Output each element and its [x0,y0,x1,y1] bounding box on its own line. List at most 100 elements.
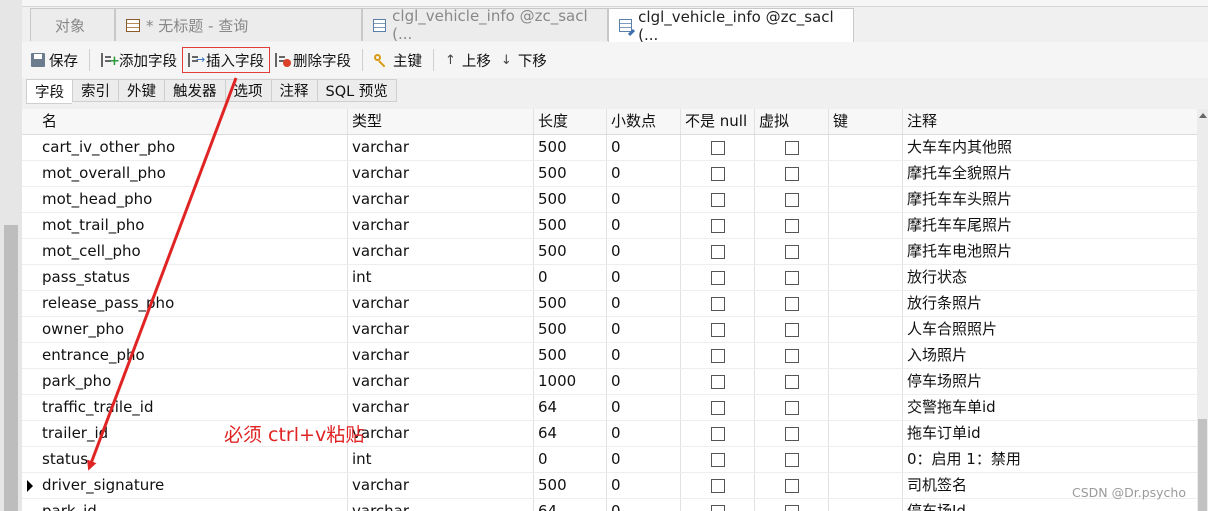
tab-table-design[interactable]: clgl_vehicle_info @zc_sacl (... [608,8,854,44]
field-type-cell[interactable]: varchar [348,239,534,264]
add-field-button[interactable]: 添加字段 [96,47,182,73]
field-length-cell[interactable]: 500 [534,473,607,498]
not-null-checkbox[interactable] [710,244,725,259]
field-decimals-cell[interactable]: 0 [607,291,681,316]
not-null-checkbox[interactable] [710,140,725,155]
field-length-cell[interactable]: 64 [534,421,607,446]
field-name-cell[interactable]: cart_iv_other_pho [38,135,348,160]
field-name-cell[interactable]: owner_pho [38,317,348,342]
move-down-button[interactable]: ↓ 下移 [496,47,552,73]
not-null-checkbox[interactable] [710,296,725,311]
field-decimals-cell[interactable]: 0 [607,317,681,342]
table-row[interactable]: release_pass_pho varchar 500 0 放行条照片 [22,291,1197,317]
key-cell[interactable] [829,213,903,238]
column-header-name[interactable]: 名 [38,109,348,134]
table-row[interactable]: entrance_pho varchar 500 0 入场照片 [22,343,1197,369]
key-cell[interactable] [829,135,903,160]
field-comment-cell[interactable]: 停车场Id [903,499,1197,511]
tab-fields[interactable]: 字段 [26,79,72,104]
scroll-up-arrow-icon[interactable] [1199,113,1207,118]
field-decimals-cell[interactable]: 0 [607,213,681,238]
insert-field-button[interactable]: 插入字段 [182,47,270,73]
field-comment-cell[interactable]: 交警拖车单id [903,395,1197,420]
field-comment-cell[interactable]: 入场照片 [903,343,1197,368]
tab-comment[interactable]: 注释 [270,79,317,102]
field-name-cell[interactable]: driver_signature [38,473,348,498]
tab-foreign-keys[interactable]: 外键 [118,79,164,102]
field-length-cell[interactable]: 500 [534,291,607,316]
virtual-checkbox[interactable] [784,218,799,233]
tab-indexes[interactable]: 索引 [72,79,118,102]
field-length-cell[interactable]: 500 [534,213,607,238]
field-comment-cell[interactable]: 摩托车车头照片 [903,187,1197,212]
virtual-checkbox[interactable] [784,452,799,467]
table-row[interactable]: mot_cell_pho varchar 500 0 摩托车电池照片 [22,239,1197,265]
virtual-checkbox[interactable] [784,166,799,181]
virtual-checkbox[interactable] [784,296,799,311]
field-length-cell[interactable]: 500 [534,317,607,342]
field-length-cell[interactable]: 500 [534,343,607,368]
field-decimals-cell[interactable]: 0 [607,187,681,212]
key-cell[interactable] [829,239,903,264]
not-null-checkbox[interactable] [710,166,725,181]
not-null-checkbox[interactable] [710,270,725,285]
field-type-cell[interactable]: varchar [348,213,534,238]
field-length-cell[interactable]: 1000 [534,369,607,394]
key-cell[interactable] [829,473,903,498]
virtual-checkbox[interactable] [784,192,799,207]
grid-vertical-scrollbar[interactable] [1197,109,1208,511]
tab-untitled-query[interactable]: * 无标题 - 查询 [115,8,362,41]
field-type-cell[interactable]: varchar [348,317,534,342]
move-up-button[interactable]: ↑ 上移 [440,47,496,73]
field-decimals-cell[interactable]: 0 [607,473,681,498]
field-decimals-cell[interactable]: 0 [607,161,681,186]
field-comment-cell[interactable]: 0：启用 1：禁用 [903,447,1197,472]
field-decimals-cell[interactable]: 0 [607,499,681,511]
field-type-cell[interactable]: varchar [348,499,534,511]
field-decimals-cell[interactable]: 0 [607,135,681,160]
key-cell[interactable] [829,317,903,342]
field-comment-cell[interactable]: 人车合照照片 [903,317,1197,342]
table-row[interactable]: status int 0 0 0：启用 1：禁用 [22,447,1197,473]
field-decimals-cell[interactable]: 0 [607,265,681,290]
virtual-checkbox[interactable] [784,504,799,511]
table-row[interactable]: driver_signature varchar 500 0 司机签名 [22,473,1197,499]
field-name-cell[interactable]: mot_trail_pho [38,213,348,238]
field-name-cell[interactable]: park_pho [38,369,348,394]
table-row[interactable]: traffic_traile_id varchar 64 0 交警拖车单id [22,395,1197,421]
field-type-cell[interactable]: varchar [348,421,534,446]
virtual-checkbox[interactable] [784,348,799,363]
virtual-checkbox[interactable] [784,400,799,415]
field-name-cell[interactable]: park_id [38,499,348,511]
primary-key-button[interactable]: 主键 [369,47,427,73]
column-header-virtual[interactable]: 虚拟 [755,109,829,134]
field-decimals-cell[interactable]: 0 [607,395,681,420]
key-cell[interactable] [829,421,903,446]
field-length-cell[interactable]: 500 [534,135,607,160]
scrollbar-thumb[interactable] [1198,419,1207,511]
field-length-cell[interactable]: 0 [534,265,607,290]
virtual-checkbox[interactable] [784,244,799,259]
field-decimals-cell[interactable]: 0 [607,421,681,446]
field-name-cell[interactable]: release_pass_pho [38,291,348,316]
key-cell[interactable] [829,291,903,316]
column-header-decimals[interactable]: 小数点 [607,109,681,134]
field-length-cell[interactable]: 0 [534,447,607,472]
save-button[interactable]: 保存 [26,47,83,73]
field-decimals-cell[interactable]: 0 [607,447,681,472]
key-cell[interactable] [829,395,903,420]
not-null-checkbox[interactable] [710,400,725,415]
tab-objects[interactable]: 对象 [30,8,115,41]
field-comment-cell[interactable]: 摩托车车尾照片 [903,213,1197,238]
field-type-cell[interactable]: varchar [348,161,534,186]
key-cell[interactable] [829,369,903,394]
field-type-cell[interactable]: varchar [348,395,534,420]
table-row[interactable]: park_id varchar 64 0 停车场Id [22,499,1197,511]
field-comment-cell[interactable]: 拖车订单id [903,421,1197,446]
column-header-length[interactable]: 长度 [534,109,607,134]
virtual-checkbox[interactable] [784,140,799,155]
not-null-checkbox[interactable] [710,504,725,511]
not-null-checkbox[interactable] [710,322,725,337]
table-row[interactable]: mot_trail_pho varchar 500 0 摩托车车尾照片 [22,213,1197,239]
key-cell[interactable] [829,265,903,290]
